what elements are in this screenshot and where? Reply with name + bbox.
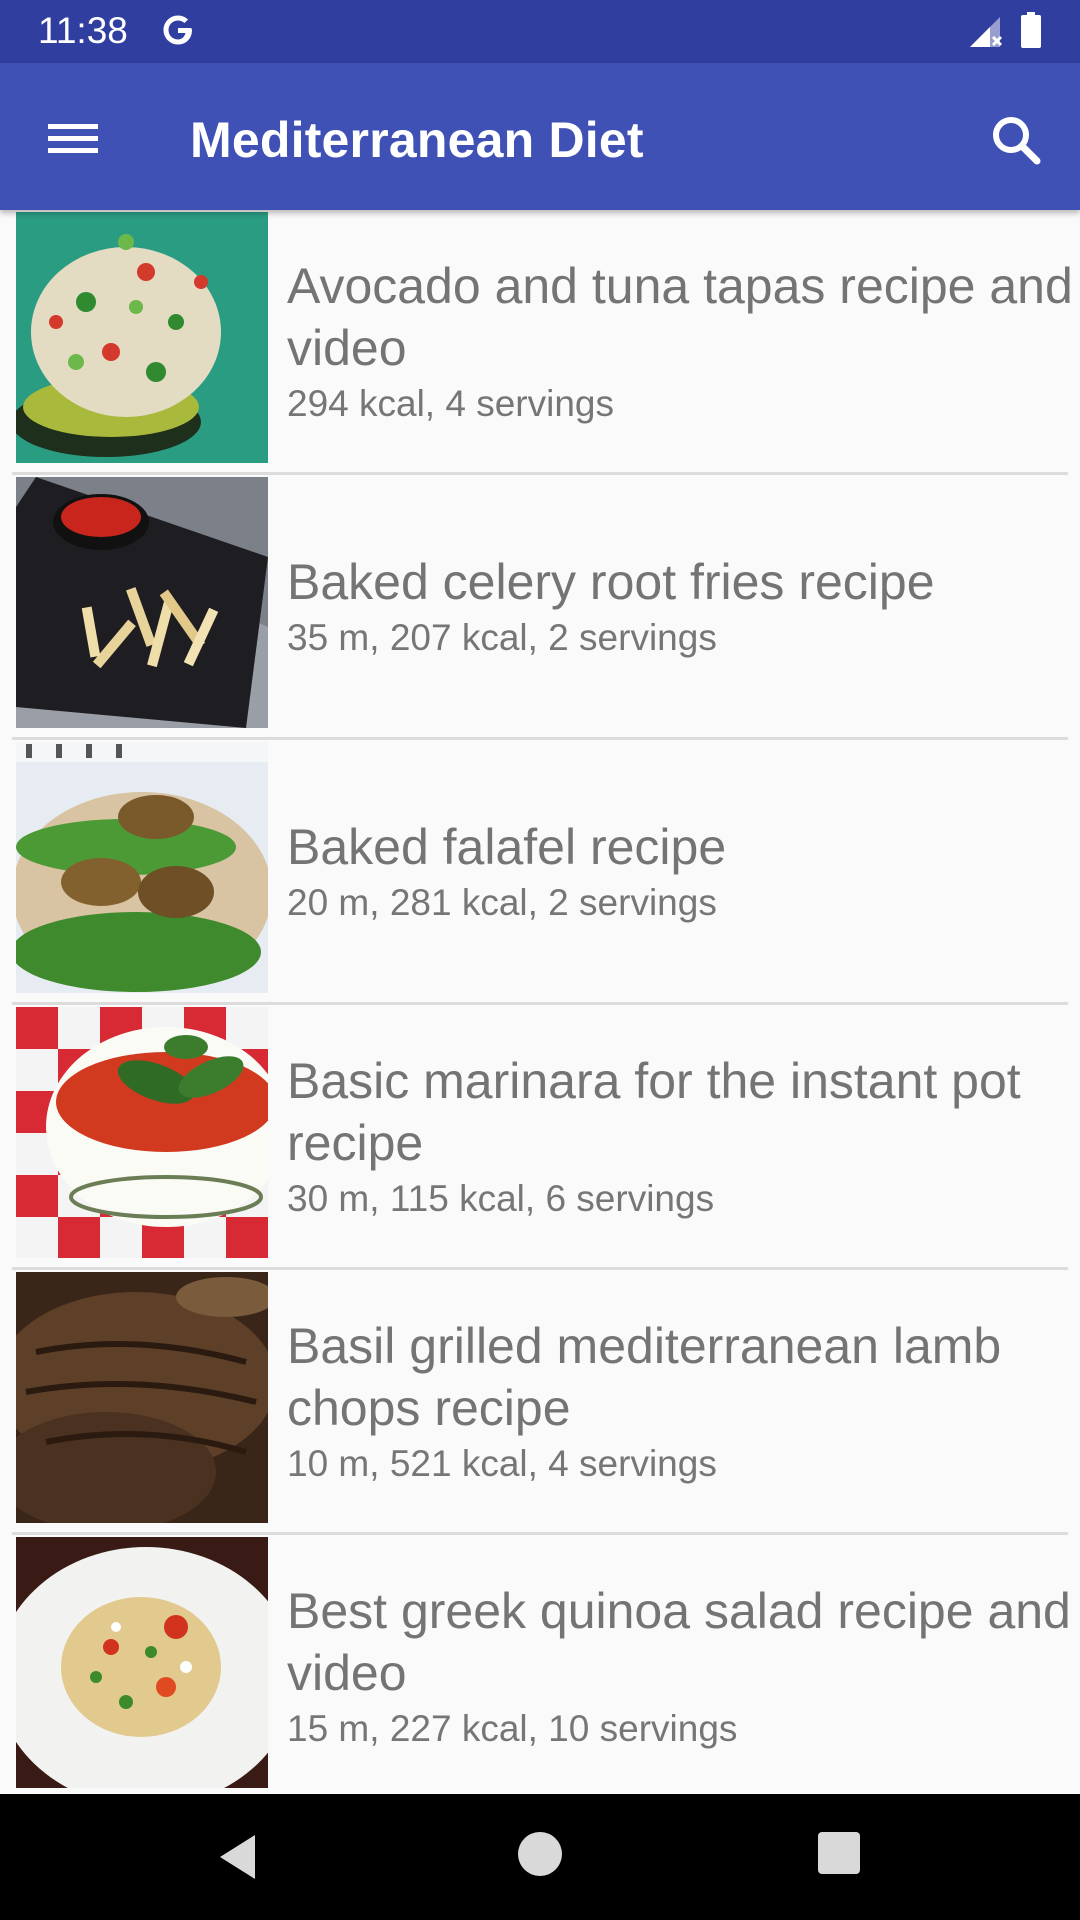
recipe-title: Baked celery root fries recipe (287, 554, 935, 610)
back-triangle-icon[interactable] (215, 1832, 265, 1882)
recipe-thumbnail (16, 212, 268, 463)
recipe-meta: 30 m, 115 kcal, 6 servings (287, 1178, 715, 1219)
recipe-meta: 10 m, 521 kcal, 4 servings (287, 1443, 717, 1484)
recipe-thumbnail (16, 477, 268, 728)
recipe-title: Basic marinara for the instant pot recip… (287, 1053, 1021, 1171)
status-bar: 11:38 (0, 0, 1080, 63)
list-item[interactable]: Baked falafel recipe 20 m, 281 kcal, 2 s… (12, 740, 1068, 1005)
recents-square-icon[interactable] (818, 1832, 860, 1874)
battery-full-icon (1021, 12, 1041, 48)
menu-button[interactable] (32, 103, 114, 171)
list-item[interactable]: Basil grilled mediterranean lamb chops r… (12, 1270, 1068, 1535)
app-bar: Mediterranean Diet (0, 63, 1080, 210)
recipe-thumbnail (16, 1272, 268, 1523)
navigation-bar (0, 1794, 1080, 1920)
search-button[interactable] (982, 107, 1050, 175)
list-item[interactable]: Avocado and tuna tapas recipe and video … (12, 210, 1073, 475)
recipe-title: Basil grilled mediterranean lamb chops r… (287, 1318, 1002, 1436)
recipe-thumbnail (16, 1537, 268, 1788)
google-g-icon (163, 15, 192, 45)
list-item[interactable]: Baked celery root fries recipe 35 m, 207… (12, 475, 1068, 740)
status-time: 11:38 (38, 10, 128, 51)
recipe-meta: 15 m, 227 kcal, 10 servings (287, 1708, 738, 1749)
home-circle-icon[interactable] (518, 1832, 562, 1876)
page-title: Mediterranean Diet (190, 112, 644, 168)
recipe-title: Baked falafel recipe (287, 819, 727, 875)
recipe-title: Avocado and tuna tapas recipe and video (287, 258, 1073, 376)
recipe-meta: 20 m, 281 kcal, 2 servings (287, 882, 717, 923)
recipe-thumbnail (16, 1007, 268, 1258)
recipe-meta: 35 m, 207 kcal, 2 servings (287, 617, 717, 658)
list-item[interactable]: Best greek quinoa salad recipe and video… (12, 1535, 1071, 1790)
recipe-list[interactable]: Avocado and tuna tapas recipe and video … (0, 210, 1080, 1790)
recipe-meta: 294 kcal, 4 servings (287, 383, 615, 424)
recipe-thumbnail (16, 742, 268, 993)
list-item[interactable]: Basic marinara for the instant pot recip… (12, 1005, 1068, 1270)
recipe-title: Best greek quinoa salad recipe and video (287, 1583, 1071, 1701)
search-icon (993, 117, 1041, 165)
signal-no-data-icon (970, 17, 1003, 47)
